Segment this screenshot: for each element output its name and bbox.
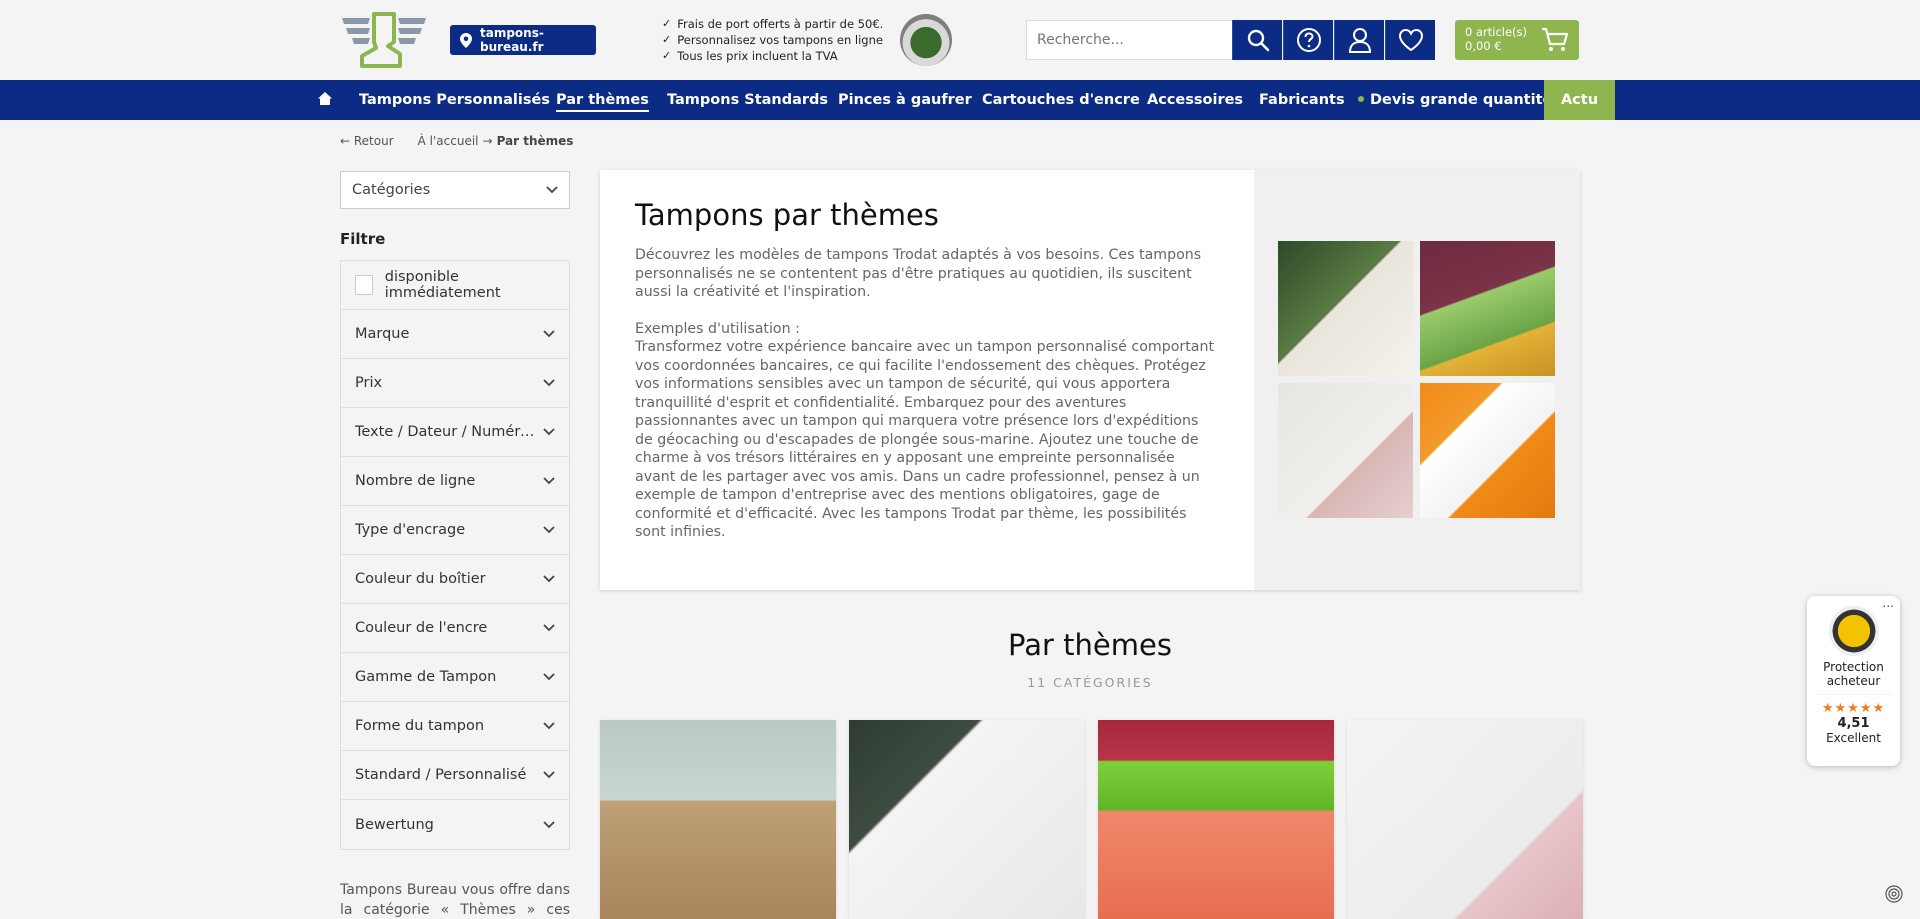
filter-bewertung[interactable]: Bewertung	[341, 800, 569, 849]
check-icon: ✓	[662, 17, 672, 30]
page-title: Tampons par thèmes	[635, 198, 939, 232]
rating-word: Excellent	[1826, 731, 1881, 745]
domain-button[interactable]: tampons-bureau.fr	[450, 25, 596, 55]
top-header: tampons-bureau.fr ✓ Frais de port offerts…	[0, 0, 1920, 80]
search-input[interactable]	[1026, 20, 1232, 60]
available-checkbox[interactable]	[355, 275, 373, 295]
nav-item-tampons-standards[interactable]: Tampons Standards	[667, 80, 828, 120]
filter-forme-tampon[interactable]: Forme du tampon	[341, 702, 569, 751]
search-button[interactable]	[1232, 20, 1282, 60]
filter-standard-personnalise[interactable]: Standard / Personnalisé	[341, 751, 569, 800]
back-link[interactable]: ← Retour	[340, 134, 394, 148]
protection-label: Protection	[1823, 660, 1884, 674]
nav-item-actu[interactable]: Actu	[1544, 80, 1615, 120]
benefit-item: ✓ Tous les prix incluent la TVA	[662, 49, 838, 63]
heart-icon	[1398, 28, 1423, 52]
filter-label: disponible immédiatement	[384, 269, 501, 301]
chevron-down-icon	[543, 624, 555, 632]
rating-score: 4,51	[1837, 716, 1870, 731]
domain-label: tampons-bureau.fr	[480, 26, 544, 54]
breadcrumb-home[interactable]: À l'accueil	[418, 134, 479, 148]
user-icon	[1348, 28, 1371, 53]
nav-item-fabricants[interactable]: Fabricants	[1259, 80, 1345, 120]
nav-item-tampons-personnalises[interactable]: Tampons Personnalisés	[359, 80, 550, 120]
filter-gamme-tampon[interactable]: Gamme de Tampon	[341, 653, 569, 702]
filter-marque[interactable]: Marque	[341, 310, 569, 359]
chevron-down-icon	[543, 379, 555, 387]
main-nav: Tampons Personnalisés Par thèmes Tampons…	[0, 80, 1920, 120]
nav-item-devis-grande-quantite[interactable]: Devis grande quantité	[1358, 80, 1552, 120]
halloween-card-image	[1420, 383, 1555, 518]
divider	[1815, 694, 1892, 695]
examples-heading: Exemples d'utilisation :	[635, 320, 800, 337]
benefit-item: ✓ Personnalisez vos tampons en ligne	[662, 33, 883, 47]
logo[interactable]	[340, 12, 428, 70]
category-card[interactable]	[849, 720, 1085, 919]
section-title: Par thèmes	[1008, 628, 1172, 662]
buyer-label: acheteur	[1826, 674, 1881, 688]
categories-select[interactable]: Catégories	[340, 171, 570, 209]
green-dot-icon	[1358, 96, 1364, 102]
category-card[interactable]	[1098, 720, 1334, 919]
filter-nombre-ligne[interactable]: Nombre de ligne	[341, 457, 569, 506]
wishlist-button[interactable]	[1385, 20, 1435, 60]
intro-image-grid	[1254, 170, 1580, 590]
chevron-down-icon	[543, 820, 555, 828]
cart-button[interactable]: 0 article(s) 0,00 €	[1455, 20, 1579, 60]
chevron-down-icon	[543, 575, 555, 583]
sidebar-description: Tampons Bureau vous offre dans la catégo…	[340, 882, 570, 918]
category-card[interactable]	[600, 720, 836, 919]
categories-label: Catégories	[352, 182, 431, 198]
chevron-down-icon	[543, 722, 555, 730]
benefit-item: ✓ Frais de port offerts à partir de 50€.	[662, 17, 884, 31]
chevron-down-icon	[543, 771, 555, 779]
breadcrumb-arrow: →	[482, 134, 493, 148]
filter-texte-dateur[interactable]: Texte / Dateur / Numéroteur	[341, 408, 569, 457]
intro-card: Tampons par thèmes Découvrez les modèles…	[600, 170, 1580, 590]
section-subtitle: 11 CATÉGORIES	[1027, 675, 1153, 690]
help-button[interactable]	[1283, 20, 1333, 60]
location-pin-icon	[460, 32, 472, 48]
nav-item-cartouches-encre[interactable]: Cartouches d'encre	[982, 80, 1140, 120]
chevron-down-icon	[546, 186, 558, 194]
filter-couleur-encre[interactable]: Couleur de l'encre	[341, 604, 569, 653]
search-icon	[1247, 29, 1269, 52]
breadcrumb-current: Par thèmes	[496, 134, 574, 148]
nav-item-pinces-a-gaufrer[interactable]: Pinces à gaufrer	[838, 80, 972, 120]
check-icon: ✓	[662, 49, 672, 62]
rating-stars: ★★★★★	[1821, 701, 1886, 716]
invitation-card-image	[1278, 383, 1413, 518]
filter-couleur-boitier[interactable]: Couleur du boîtier	[341, 555, 569, 604]
chevron-down-icon	[543, 526, 555, 534]
filter-prix[interactable]: Prix	[341, 359, 569, 408]
intro-paragraph: Découvrez les modèles de tampons Trodat …	[635, 247, 1202, 300]
examples-paragraph: Transformez votre expérience bancaire av…	[635, 339, 1215, 540]
trusted-shops-seal-icon	[1828, 606, 1879, 656]
christmas-card-image	[1278, 241, 1413, 376]
customer-award-seal	[900, 14, 952, 66]
filter-title: Filtre	[340, 230, 386, 248]
chevron-down-icon	[543, 477, 555, 485]
fingerprint-icon[interactable]	[1884, 884, 1904, 904]
home-icon[interactable]	[318, 92, 332, 105]
trusted-shops-badge[interactable]: ... Protection acheteur ★★★★★ 4,51 Excel…	[1807, 596, 1900, 766]
chevron-down-icon	[543, 673, 555, 681]
breadcrumb: ← Retour À l'accueil → Par thèmes	[340, 134, 573, 148]
chevron-down-icon	[543, 428, 555, 436]
more-options-icon[interactable]: ...	[1883, 596, 1894, 610]
stamp-set-image	[1420, 241, 1555, 376]
filter-type-encrage[interactable]: Type d'encrage	[341, 506, 569, 555]
filter-available-now[interactable]: disponible immédiatement	[341, 261, 569, 310]
check-icon: ✓	[662, 33, 672, 46]
help-icon	[1296, 28, 1321, 52]
intro-text: Tampons par thèmes Découvrez les modèles…	[600, 170, 1254, 590]
chevron-down-icon	[543, 330, 555, 338]
cart-icon	[1542, 27, 1569, 51]
category-card[interactable]	[1347, 720, 1583, 919]
account-button[interactable]	[1334, 20, 1384, 60]
filter-list: disponible immédiatement Marque Prix Tex…	[340, 260, 570, 850]
nav-item-par-themes[interactable]: Par thèmes	[556, 80, 649, 120]
benefits-list: ✓ Frais de port offerts à partir de 50€. …	[662, 16, 883, 64]
nav-item-accessoires[interactable]: Accessoires	[1147, 80, 1243, 120]
